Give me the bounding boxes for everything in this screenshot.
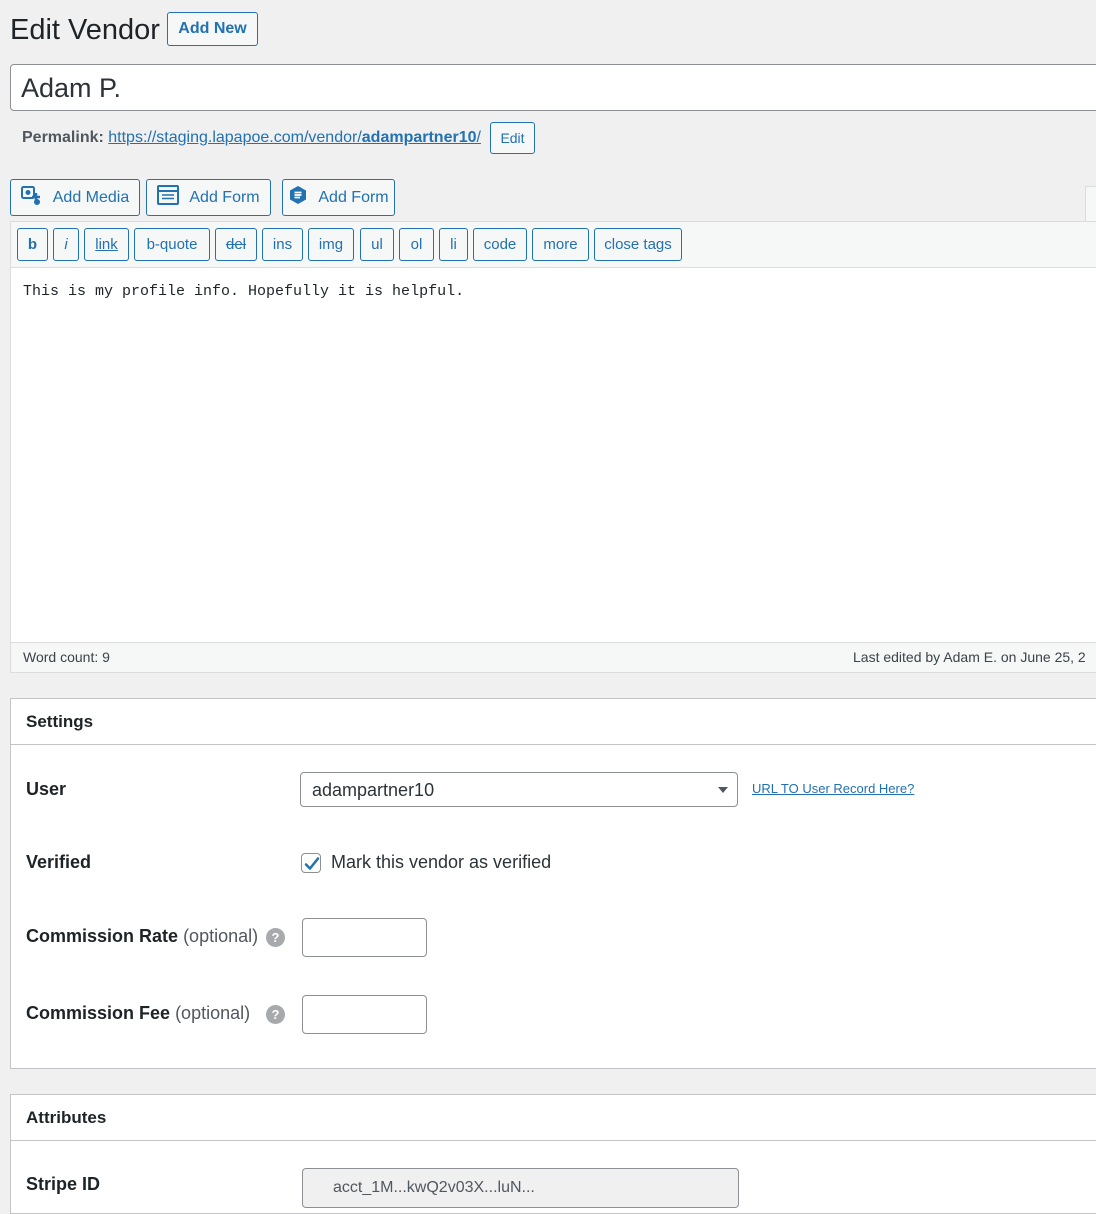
add-media-icon <box>20 184 43 211</box>
permalink-edit-button[interactable]: Edit <box>490 122 535 154</box>
permalink-slug: adampartner10 <box>361 129 477 146</box>
commission-fee-label: Commission Fee (optional) <box>26 1003 250 1024</box>
qt-bquote-button[interactable]: b-quote <box>134 228 210 261</box>
checkmark-icon <box>304 857 320 870</box>
qt-del-button[interactable]: del <box>215 228 257 261</box>
user-select[interactable]: adampartner10 <box>300 772 738 807</box>
qt-code-button[interactable]: code <box>473 228 527 261</box>
qt-img-button[interactable]: img <box>308 228 354 261</box>
permalink-url-prefix: https://staging.lapapoe.com/vendor/ <box>108 129 362 146</box>
settings-panel-divider <box>11 744 1096 745</box>
attributes-panel-divider <box>11 1140 1096 1141</box>
help-icon[interactable]: ? <box>266 1005 285 1024</box>
qt-link-button[interactable]: link <box>84 228 129 261</box>
qt-ins-button[interactable]: ins <box>262 228 303 261</box>
add-media-button[interactable]: Add Media <box>10 179 140 216</box>
permalink-link[interactable]: https://staging.lapapoe.com/vendor/adamp… <box>108 129 481 146</box>
commission-rate-label-text: Commission Rate <box>26 926 179 946</box>
commission-fee-label-text: Commission Fee <box>26 1003 171 1023</box>
commission-fee-optional: (optional) <box>175 1003 251 1023</box>
qt-bold-button[interactable]: b <box>17 228 48 261</box>
user-record-link[interactable]: URL TO User Record Here? <box>752 781 914 796</box>
verified-checkbox-label[interactable]: Mark this vendor as verified <box>331 852 551 873</box>
add-gravity-form-label: Add Form <box>318 188 389 206</box>
stripe-id-label: Stripe ID <box>26 1174 101 1194</box>
chevron-down-icon <box>718 787 728 793</box>
permalink-label: Permalink: <box>22 129 104 146</box>
commission-rate-input[interactable] <box>302 918 427 957</box>
last-edited: Last edited by Adam E. on June 25, 2 <box>853 649 1086 665</box>
add-media-label: Add Media <box>52 188 130 206</box>
commission-rate-optional: (optional) <box>183 926 259 946</box>
editor-tab[interactable] <box>1085 186 1096 222</box>
qt-more-button[interactable]: more <box>532 228 589 261</box>
qt-close-tags-button[interactable]: close tags <box>594 228 682 261</box>
post-title-input[interactable]: Adam P. <box>10 64 1096 111</box>
commission-fee-input[interactable] <box>302 995 427 1034</box>
add-form-button[interactable]: Add Form <box>146 179 271 216</box>
verified-checkbox[interactable] <box>301 853 321 873</box>
form-icon <box>157 185 180 210</box>
stripe-id-input[interactable]: acct_1M...kwQ2v03X...luN... <box>302 1168 739 1208</box>
editor-textarea[interactable]: This is my profile info. Hopefully it is… <box>23 283 464 300</box>
qt-italic-button[interactable]: i <box>53 228 79 261</box>
qt-li-button[interactable]: li <box>439 228 468 261</box>
qt-ol-button[interactable]: ol <box>399 228 434 261</box>
permalink-url-suffix: / <box>476 129 481 146</box>
gravity-form-icon <box>288 185 308 210</box>
page-title: Edit Vendor <box>10 14 160 46</box>
verified-label: Verified <box>26 852 92 872</box>
add-gravity-form-button[interactable]: Add Form <box>282 179 395 216</box>
commission-rate-label: Commission Rate (optional) <box>26 926 258 947</box>
attributes-panel-title: Attributes <box>26 1108 107 1127</box>
permalink: Permalink: https://staging.lapapoe.com/v… <box>22 127 481 149</box>
add-form-label: Add Form <box>189 188 260 206</box>
qt-ul-button[interactable]: ul <box>360 228 394 261</box>
add-new-button[interactable]: Add New <box>167 12 258 46</box>
word-count: Word count: 9 <box>23 649 110 665</box>
user-label: User <box>26 779 67 799</box>
help-icon[interactable]: ? <box>266 928 285 947</box>
settings-panel-title: Settings <box>26 712 94 731</box>
